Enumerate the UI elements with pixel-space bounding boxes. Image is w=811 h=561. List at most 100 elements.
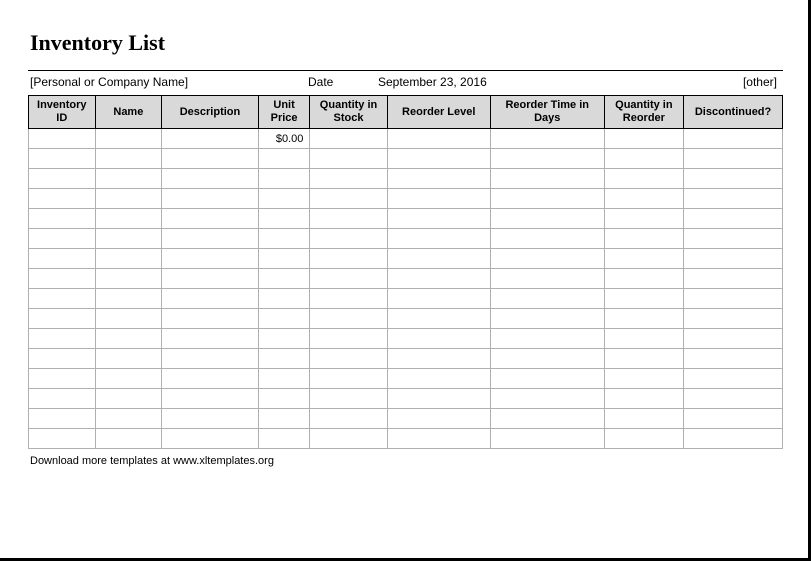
cell-qty_stock[interactable] [310,429,387,449]
cell-name[interactable] [95,309,162,329]
cell-discontinued[interactable] [684,409,783,429]
cell-reorder_time[interactable] [490,309,604,329]
cell-qty_stock[interactable] [310,209,387,229]
cell-reorder_time[interactable] [490,209,604,229]
cell-qty_stock[interactable] [310,129,387,149]
cell-qty_reorder[interactable] [604,289,683,309]
cell-inventory_id[interactable] [29,329,96,349]
cell-qty_reorder[interactable] [604,129,683,149]
cell-inventory_id[interactable] [29,389,96,409]
cell-qty_stock[interactable] [310,369,387,389]
cell-name[interactable] [95,129,162,149]
cell-inventory_id[interactable] [29,149,96,169]
cell-qty_reorder[interactable] [604,209,683,229]
cell-qty_stock[interactable] [310,409,387,429]
cell-discontinued[interactable] [684,129,783,149]
cell-reorder_level[interactable] [387,269,490,289]
cell-unit_price[interactable] [258,349,310,369]
cell-description[interactable] [162,409,259,429]
cell-reorder_level[interactable] [387,209,490,229]
cell-qty_reorder[interactable] [604,269,683,289]
cell-name[interactable] [95,289,162,309]
cell-unit_price[interactable] [258,189,310,209]
cell-unit_price[interactable] [258,289,310,309]
cell-discontinued[interactable] [684,169,783,189]
cell-qty_reorder[interactable] [604,409,683,429]
cell-qty_stock[interactable] [310,169,387,189]
cell-discontinued[interactable] [684,289,783,309]
cell-reorder_time[interactable] [490,389,604,409]
cell-qty_reorder[interactable] [604,229,683,249]
cell-qty_stock[interactable] [310,289,387,309]
cell-description[interactable] [162,149,259,169]
cell-discontinued[interactable] [684,369,783,389]
cell-unit_price[interactable] [258,309,310,329]
cell-discontinued[interactable] [684,249,783,269]
cell-inventory_id[interactable] [29,309,96,329]
cell-name[interactable] [95,429,162,449]
cell-qty_stock[interactable] [310,249,387,269]
cell-discontinued[interactable] [684,189,783,209]
cell-reorder_time[interactable] [490,429,604,449]
cell-reorder_level[interactable] [387,329,490,349]
cell-reorder_level[interactable] [387,149,490,169]
cell-inventory_id[interactable] [29,129,96,149]
cell-discontinued[interactable] [684,389,783,409]
cell-inventory_id[interactable] [29,189,96,209]
cell-qty_stock[interactable] [310,269,387,289]
cell-qty_reorder[interactable] [604,249,683,269]
cell-reorder_level[interactable] [387,369,490,389]
cell-discontinued[interactable] [684,329,783,349]
cell-inventory_id[interactable] [29,369,96,389]
cell-reorder_level[interactable] [387,169,490,189]
cell-reorder_level[interactable] [387,229,490,249]
cell-description[interactable] [162,389,259,409]
cell-reorder_level[interactable] [387,429,490,449]
cell-inventory_id[interactable] [29,209,96,229]
cell-qty_reorder[interactable] [604,149,683,169]
cell-reorder_time[interactable] [490,229,604,249]
cell-name[interactable] [95,329,162,349]
cell-qty_reorder[interactable] [604,189,683,209]
cell-name[interactable] [95,149,162,169]
cell-unit_price[interactable] [258,429,310,449]
cell-discontinued[interactable] [684,149,783,169]
cell-qty_stock[interactable] [310,349,387,369]
cell-reorder_time[interactable] [490,349,604,369]
cell-qty_stock[interactable] [310,229,387,249]
cell-unit_price[interactable] [258,229,310,249]
cell-unit_price[interactable] [258,369,310,389]
cell-qty_reorder[interactable] [604,349,683,369]
cell-reorder_time[interactable] [490,409,604,429]
cell-discontinued[interactable] [684,209,783,229]
cell-qty_reorder[interactable] [604,309,683,329]
cell-inventory_id[interactable] [29,169,96,189]
cell-reorder_level[interactable] [387,409,490,429]
cell-inventory_id[interactable] [29,409,96,429]
cell-unit_price[interactable] [258,249,310,269]
cell-reorder_time[interactable] [490,289,604,309]
cell-reorder_level[interactable] [387,289,490,309]
cell-unit_price[interactable] [258,269,310,289]
cell-inventory_id[interactable] [29,289,96,309]
cell-description[interactable] [162,209,259,229]
cell-name[interactable] [95,409,162,429]
cell-name[interactable] [95,269,162,289]
cell-name[interactable] [95,389,162,409]
cell-discontinued[interactable] [684,309,783,329]
cell-name[interactable] [95,189,162,209]
cell-inventory_id[interactable] [29,269,96,289]
cell-inventory_id[interactable] [29,249,96,269]
cell-qty_reorder[interactable] [604,169,683,189]
cell-unit_price[interactable] [258,149,310,169]
cell-qty_reorder[interactable] [604,429,683,449]
cell-unit_price[interactable] [258,329,310,349]
cell-inventory_id[interactable] [29,229,96,249]
cell-name[interactable] [95,349,162,369]
cell-description[interactable] [162,289,259,309]
cell-reorder_level[interactable] [387,189,490,209]
cell-reorder_time[interactable] [490,369,604,389]
cell-description[interactable] [162,329,259,349]
cell-unit_price[interactable] [258,209,310,229]
cell-reorder_time[interactable] [490,269,604,289]
